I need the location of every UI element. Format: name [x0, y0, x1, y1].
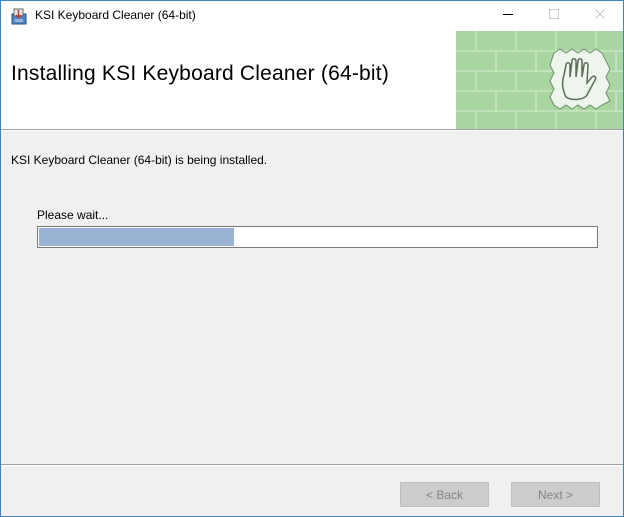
- header-banner: Installing KSI Keyboard Cleaner (64-bit): [1, 31, 623, 129]
- page-title: Installing KSI Keyboard Cleaner (64-bit): [11, 62, 390, 85]
- window-title: KSI Keyboard Cleaner (64-bit): [35, 8, 196, 22]
- header-divider-highlight: [1, 130, 623, 131]
- maximize-button[interactable]: [531, 1, 577, 31]
- title-bar[interactable]: KSI Keyboard Cleaner (64-bit): [1, 1, 623, 31]
- next-button[interactable]: Next >: [511, 482, 600, 507]
- back-button[interactable]: < Back: [400, 482, 489, 507]
- installer-icon: [10, 7, 28, 25]
- progress-fill: [39, 228, 234, 246]
- progress-bar: [37, 226, 598, 248]
- minimize-icon: [502, 7, 514, 25]
- status-text: KSI Keyboard Cleaner (64-bit) is being i…: [11, 153, 268, 167]
- maximize-icon: [548, 7, 560, 25]
- close-icon: [594, 7, 606, 25]
- hand-stamp-icon: [549, 48, 611, 110]
- close-button[interactable]: [577, 1, 623, 31]
- please-wait-label: Please wait...: [37, 208, 109, 222]
- minimize-button[interactable]: [485, 1, 531, 31]
- banner-artwork: [456, 31, 623, 129]
- footer-divider-highlight: [1, 465, 623, 466]
- installer-window: KSI Keyboard Cleaner (64-bit) Installing…: [0, 0, 624, 517]
